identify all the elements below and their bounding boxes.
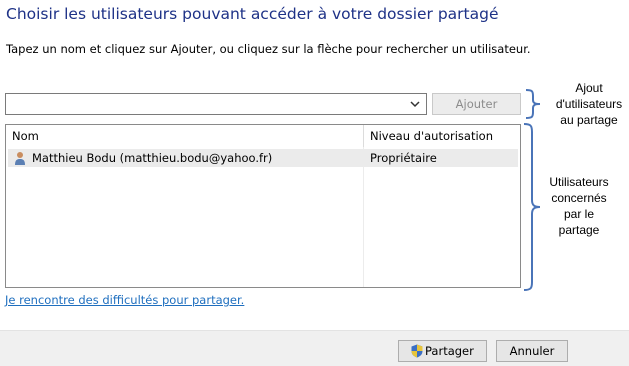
annotation-line: par le bbox=[563, 207, 595, 221]
column-header-permission-level[interactable]: Niveau d'autorisation bbox=[363, 125, 520, 147]
cancel-button[interactable]: Annuler bbox=[496, 340, 568, 362]
table-header: Nom Niveau d'autorisation bbox=[6, 125, 520, 147]
annotation-line: concernés bbox=[551, 191, 607, 205]
annotation-brace-top bbox=[525, 89, 541, 119]
user-icon bbox=[15, 152, 25, 165]
row-user-name: Matthieu Bodu (matthieu.bodu@yahoo.fr) bbox=[32, 151, 273, 165]
annotation-add-users: Ajout d'utilisateurs au partage bbox=[549, 80, 629, 128]
share-button-label: Partager bbox=[425, 344, 474, 358]
annotation-line: Utilisateurs bbox=[549, 175, 609, 189]
table-row[interactable]: Matthieu Bodu (matthieu.bodu@yahoo.fr) P… bbox=[8, 149, 518, 167]
column-header-name[interactable]: Nom bbox=[6, 125, 363, 147]
share-button[interactable]: Partager bbox=[398, 340, 487, 362]
instruction-text: Tapez un nom et cliquez sur Ajouter, ou … bbox=[6, 42, 531, 56]
column-divider bbox=[363, 147, 364, 287]
add-button[interactable]: Ajouter bbox=[432, 93, 521, 115]
help-link[interactable]: Je rencontre des difficultés pour partag… bbox=[5, 293, 244, 307]
chevron-down-icon[interactable] bbox=[409, 98, 421, 110]
uac-shield-icon bbox=[411, 344, 423, 358]
annotation-line: partage bbox=[558, 223, 600, 237]
dialog-footer: Partager Annuler bbox=[0, 330, 629, 366]
annotation-users-concerned: Utilisateurs concernés par le partage bbox=[546, 174, 612, 238]
annotation-line: d'utilisateurs bbox=[555, 97, 623, 111]
row-permission-level[interactable]: Propriétaire bbox=[370, 149, 437, 167]
annotation-line: au partage bbox=[560, 113, 618, 127]
dialog-title: Choisir les utilisateurs pouvant accéder… bbox=[6, 5, 499, 23]
annotation-brace-bottom bbox=[523, 123, 541, 291]
users-table: Nom Niveau d'autorisation Matthieu Bodu … bbox=[5, 124, 521, 288]
user-name-input[interactable] bbox=[8, 95, 404, 113]
user-name-combobox[interactable] bbox=[5, 93, 427, 115]
annotation-line: Ajout bbox=[575, 81, 603, 95]
